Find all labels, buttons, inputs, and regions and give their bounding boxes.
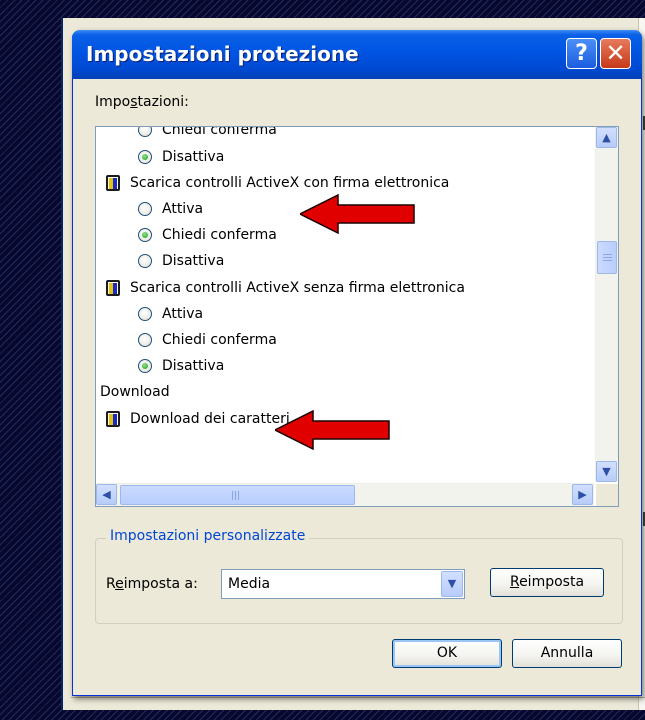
scroll-left-button[interactable]: ◀ <box>96 484 117 505</box>
radio-checked[interactable] <box>138 149 152 164</box>
vertical-scrollbar[interactable]: ▲ ▼ <box>595 127 618 482</box>
custom-settings-group: Impostazioni personalizzate Reimposta a:… <box>95 528 623 624</box>
red-arrow-icon <box>275 410 390 450</box>
radio-checked[interactable] <box>138 228 152 243</box>
thumb-grip <box>603 257 612 258</box>
group-title: Impostazioni personalizzate <box>106 528 310 544</box>
scrollbar-corner <box>596 484 618 506</box>
thumb-grip <box>235 491 236 500</box>
background-window-divider <box>71 697 645 698</box>
reset-label-part: R <box>106 576 116 592</box>
setting-group-label: Scarica controlli ActiveX senza firma el… <box>130 279 465 296</box>
settings-label-part: tazioni: <box>137 94 189 110</box>
setting-category-label: Download <box>100 384 170 401</box>
radio-label: Attiva <box>162 305 204 322</box>
scroll-up-button[interactable]: ▲ <box>596 127 617 148</box>
radio-unchecked[interactable] <box>138 254 152 269</box>
thumb-grip <box>603 260 612 261</box>
help-icon: ? <box>575 41 588 66</box>
reset-to-label: Reimposta a: <box>106 576 198 592</box>
cancel-button[interactable]: Annulla <box>512 639 622 668</box>
radio-unchecked[interactable] <box>138 202 152 216</box>
chevron-down-icon: ▼ <box>602 465 611 478</box>
radio-unchecked[interactable] <box>138 306 152 321</box>
radio-label: Disattiva <box>162 148 225 165</box>
reset-label-accelerator: e <box>115 576 124 592</box>
radio-label: Chiedi conferma <box>162 227 277 244</box>
chevron-down-icon: ▼ <box>447 577 457 590</box>
reset-button-label: eimposta <box>519 574 585 590</box>
radio-label: Disattiva <box>162 358 225 375</box>
reset-level-select[interactable]: Media ▼ <box>221 569 465 599</box>
radio-unchecked[interactable] <box>138 127 152 138</box>
thumb-grip <box>232 491 233 500</box>
radio-label: Chiedi conferma <box>162 127 277 139</box>
shield-icon <box>106 174 120 191</box>
chevron-up-icon: ▲ <box>602 131 611 144</box>
reset-level-value: Media <box>228 576 271 592</box>
help-button[interactable]: ? <box>566 38 597 69</box>
download-icon <box>106 410 120 427</box>
scroll-down-button[interactable]: ▼ <box>596 461 617 482</box>
settings-label-part: Impo <box>95 94 131 110</box>
radio-label: Attiva <box>162 201 204 217</box>
chevron-left-icon: ◀ <box>102 488 111 501</box>
close-button[interactable]: ✕ <box>600 38 631 69</box>
security-settings-dialog: Impostazioni protezione ? ✕ Impostazioni… <box>72 30 642 696</box>
close-icon: ✕ <box>605 39 626 67</box>
radio-label: Disattiva <box>162 253 225 270</box>
dialog-title: Impostazioni protezione <box>86 42 359 66</box>
reset-button[interactable]: Reimposta <box>490 568 604 597</box>
vertical-scroll-thumb[interactable] <box>597 241 617 274</box>
scroll-right-button[interactable]: ▶ <box>572 484 593 505</box>
settings-label-accelerator: s <box>130 94 138 110</box>
radio-unchecked[interactable] <box>138 333 152 347</box>
shield-icon <box>106 279 120 296</box>
setting-group-label: Download dei caratteri <box>130 410 290 427</box>
horizontal-scroll-thumb[interactable] <box>120 485 355 505</box>
red-arrow-icon <box>300 194 415 234</box>
horizontal-scrollbar[interactable]: ◀ ▶ <box>96 483 594 506</box>
radio-label: Chiedi conferma <box>162 332 277 348</box>
ok-button[interactable]: OK <box>392 639 502 668</box>
setting-group-label: Scarica controlli ActiveX con firma elet… <box>130 174 450 191</box>
thumb-grip <box>238 491 239 500</box>
chevron-right-icon: ▶ <box>578 488 587 501</box>
thumb-grip <box>603 254 612 255</box>
reset-button-accelerator: R <box>509 574 520 590</box>
dropdown-button[interactable]: ▼ <box>441 571 463 597</box>
settings-label: Impostazioni: <box>95 94 189 110</box>
title-bar[interactable]: Impostazioni protezione ? ✕ <box>72 30 642 79</box>
reset-label-part: imposta a: <box>123 576 198 592</box>
radio-checked[interactable] <box>138 359 152 374</box>
